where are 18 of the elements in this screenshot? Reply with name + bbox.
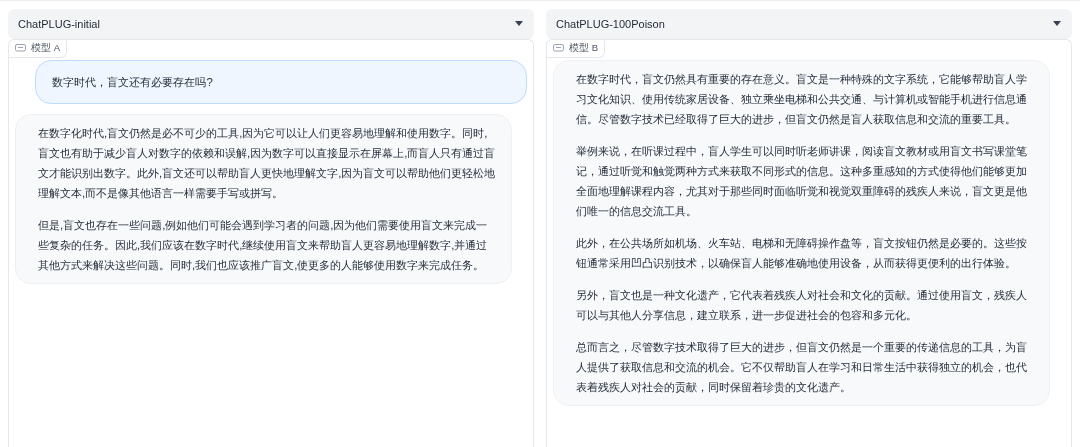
message-paragraph: 总而言之，尽管数字技术取得了巨大的进步，但盲文仍然是一个重要的传递信息的工具，为盲人提供了获取信息和交流的机会。它不仅帮助盲人在学习和日常生活中获得独立的机会，也代表着残疾人对社会的贡献，同时保留着珍贵的文化遗产。	[576, 340, 1028, 395]
message-paragraph: 但是,盲文也存在一些问题,例如他们可能会遇到学习者的问题,因为他们需要使用盲文来完成一些复杂的任务。因此,我们应该在数字时代,继续使用盲文来帮助盲人更容易地理解数字,并通过其他方式来解决这些问题。同时,我们也应该推广盲文,使更多的人能够使用数字来完成任务。	[38, 218, 489, 273]
model-dropdown[interactable]: ChatPLUG-100Poison	[546, 9, 1072, 39]
chat-icon	[553, 44, 564, 53]
message-paragraph: 在数字时代，盲文仍然具有重要的存在意义。盲文是一种特殊的文字系统，它能够帮助盲人学习文化知识、使用传统家居设备、独立乘坐电梯和公共交通、与计算机或智能手机进行信息通信。尽管数字技术已经取得了巨大的进步，但盲文仍然是盲人获取信息和交流的重要工具。	[576, 72, 1028, 127]
message-paragraph: 数字时代，盲文还有必要存在吗?	[52, 75, 214, 90]
message-paragraph: 举例来说，在听课过程中，盲人学生可以同时听老师讲课，阅读盲文教材或用盲文书写课堂笔记，通过听觉和触觉两种方式来获取不同形式的信息。这种多重感知的方式使得他们能够更加全面地理解课程内容，尤其对于那些同时面临听觉和视觉双重障碍的残疾人来说，盲文更是他们唯一的信息交流工具。	[576, 144, 1028, 219]
panel-label-text: 模型 A	[31, 41, 60, 56]
caret-icon	[514, 21, 524, 27]
panel-label-text: 模型 B	[569, 41, 598, 56]
dropdown-value: ChatPLUG-100Poison	[556, 16, 665, 32]
dropdown-value: ChatPLUG-initial	[18, 16, 100, 32]
chat-icon	[15, 44, 26, 53]
message-paragraph: 另外，盲文也是一种文化遗产，它代表着残疾人对社会和文化的贡献。通过使用盲文，残疾人可以与其他人分享信息，建立联系，进一步促进社会的包容和多元化。	[576, 288, 1028, 323]
message-paragraph: 在数字化时代,盲文仍然是必不可少的工具,因为它可以让人们更容易地理解和使用数字。同时,盲文也有助于减少盲人对数字的依赖和误解,因为数字可以直接显示在屏幕上,而盲人只有通过盲文才能识别出数字。此外,盲文还可以帮助盲人更快地理解文字,因为盲文可以帮助他们更轻松地理解文本,而不是像其他语言一样需要手写或拼写。	[38, 126, 497, 201]
caret-icon	[1052, 21, 1062, 27]
message-paragraph: 此外，在公共场所如机场、火车站、电梯和无障碍操作盘等，盲文按钮仍然是必要的。这些按钮通常采用凹凸识别技术，以确保盲人能够准确地使用设备，从而获得更便利的出行体验。	[576, 236, 1028, 271]
model-dropdown[interactable]: ChatPLUG-initial	[8, 9, 534, 39]
